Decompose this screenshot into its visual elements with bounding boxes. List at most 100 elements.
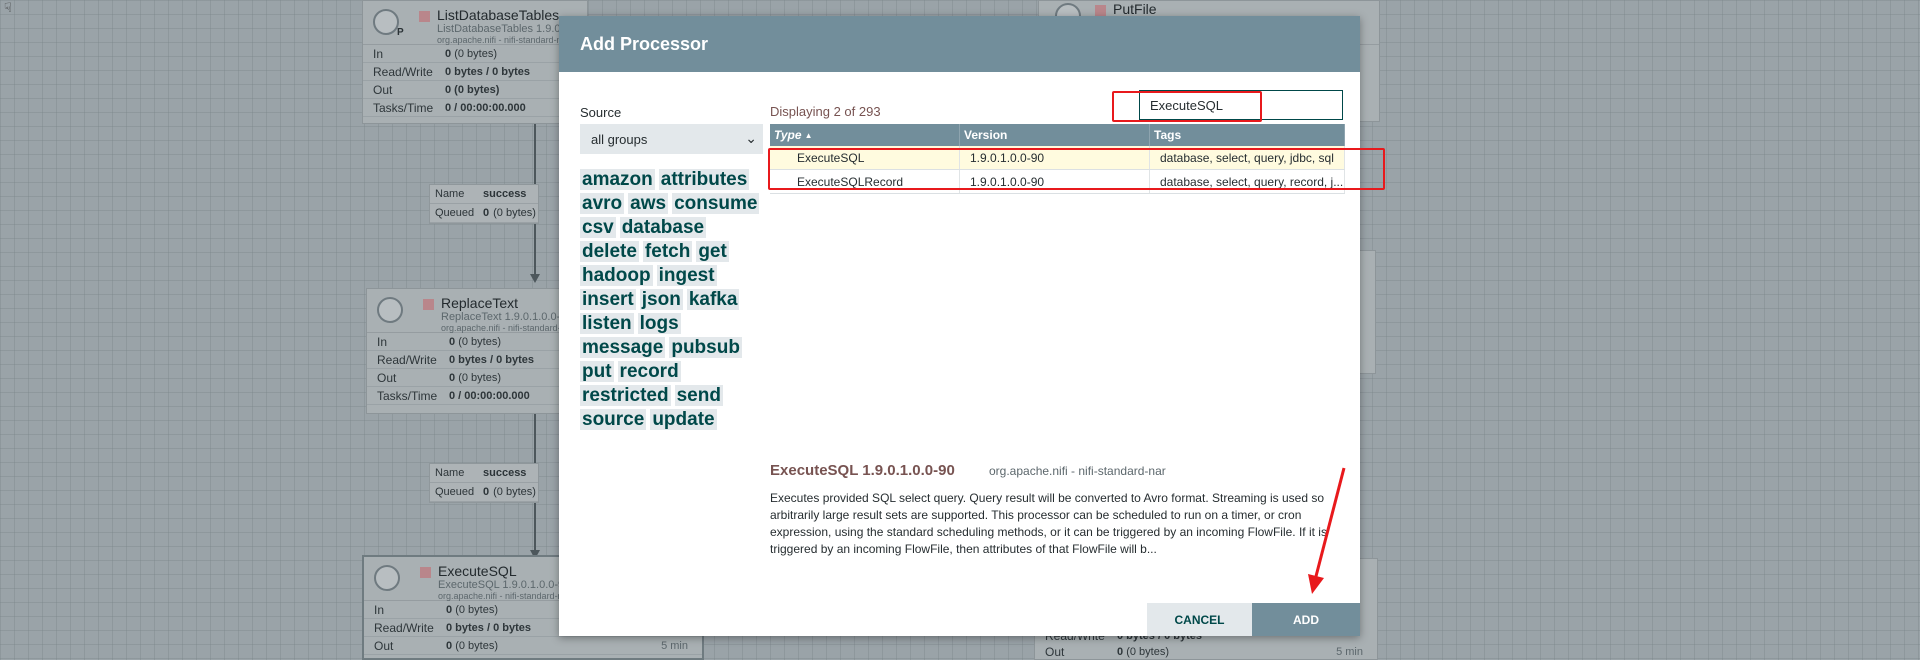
source-label: Source <box>580 105 622 120</box>
stopped-status-icon <box>1095 5 1106 16</box>
tag-filter[interactable]: put <box>580 361 614 382</box>
connection-queued-label: Queued <box>435 207 475 219</box>
stat-label: In <box>373 46 384 61</box>
stat-bytes: (0 bytes) <box>455 639 498 652</box>
column-version[interactable]: Version <box>960 124 1150 146</box>
processor-name: ListDatabaseTables <box>437 7 560 23</box>
connection-name-value: success <box>483 467 527 479</box>
tag-filter[interactable]: logs <box>637 313 681 334</box>
source-select[interactable]: all groups ⌄ <box>580 124 763 154</box>
tag-filter[interactable]: kafka <box>686 289 740 310</box>
tag-filter[interactable]: insert <box>580 289 636 310</box>
column-type-label: Type <box>774 128 802 142</box>
tag-filter[interactable]: send <box>674 385 723 406</box>
add-button[interactable]: ADD <box>1252 603 1360 636</box>
result-count: Displaying 2 of 293 <box>770 104 881 119</box>
tag-filter[interactable]: amazon <box>580 169 655 190</box>
column-tags[interactable]: Tags <box>1150 124 1345 146</box>
tag-filter[interactable]: consume <box>672 193 760 214</box>
stopped-status-icon <box>423 299 434 310</box>
tag-filter[interactable]: delete <box>580 241 639 262</box>
row-highlight-box <box>768 148 1385 190</box>
red-arrow-annotation <box>1308 467 1346 594</box>
processor-name: PutFile <box>1113 1 1157 17</box>
stat-label: Out <box>373 82 393 97</box>
tag-filter[interactable]: aws <box>628 193 669 214</box>
chevron-down-icon: ⌄ <box>745 130 757 146</box>
tag-filter[interactable]: fetch <box>642 241 693 262</box>
processor-bundle: org.apache.nifi - nifi-standard-nar <box>437 35 570 45</box>
stat-label: In <box>377 334 388 349</box>
processor-icon <box>377 297 403 323</box>
primary-node-badge: P <box>397 27 404 38</box>
stat-value: 0 <box>449 371 456 384</box>
processor-bundle: org.apache.nifi - nifi-standard-nar <box>438 591 571 601</box>
selected-processor-description: Executes provided SQL select query. Quer… <box>770 491 1327 556</box>
stat-label: Read/Write <box>374 620 434 635</box>
tag-filter[interactable]: update <box>650 409 717 430</box>
tag-filter[interactable]: source <box>580 409 647 430</box>
stopped-status-icon <box>419 11 430 22</box>
stat-bytes: (0 bytes) <box>454 47 497 60</box>
stat-time-window: 5 min <box>661 639 688 652</box>
processor-list-database-tables[interactable]: P ListDatabaseTables ListDatabaseTables … <box>362 0 604 124</box>
table-header: Type ▲ Version Tags <box>770 124 1345 146</box>
stat-bytes: (0 bytes) <box>458 335 501 348</box>
tag-filter[interactable]: json <box>639 289 683 310</box>
tag-filter[interactable]: database <box>619 217 707 238</box>
tag-cloud: amazon attributes avro aws consume csv databas… <box>580 169 765 433</box>
tag-filter[interactable]: restricted <box>580 385 671 406</box>
stat-label: Read/Write <box>373 64 433 79</box>
stat-bytes: (0 bytes) <box>455 603 498 616</box>
connection-label[interactable]: Name success Queued 0 (0 bytes) <box>429 184 539 224</box>
connection-name-value: success <box>483 188 527 200</box>
connection-queued-value: 0 <box>483 207 490 219</box>
stat-label: Read/Write <box>377 352 437 367</box>
connection-queued-value: 0 <box>483 486 490 498</box>
stat-bytes: (0 bytes) <box>458 371 501 384</box>
stat-value: 0 <box>1117 646 1124 658</box>
column-type[interactable]: Type ▲ <box>770 124 960 146</box>
stat-value: 0 bytes / 0 bytes <box>446 621 531 634</box>
stopped-status-icon <box>420 567 431 578</box>
stat-value: 0 bytes / 0 bytes <box>449 353 534 366</box>
stat-value: 0 <box>446 639 453 652</box>
tag-filter[interactable]: message <box>580 337 666 358</box>
connection-label[interactable]: Name success Queued 0 (0 bytes) <box>429 463 539 503</box>
stat-time-window: 5 min <box>1336 646 1363 658</box>
cancel-button[interactable]: CANCEL <box>1147 603 1252 636</box>
tag-filter[interactable]: csv <box>580 217 616 238</box>
tag-filter[interactable]: hadoop <box>580 265 653 286</box>
stat-label: Tasks/Time <box>373 100 434 115</box>
dialog-title: Add Processor <box>559 16 1360 72</box>
connection-queued-bytes: (0 bytes) <box>493 207 536 219</box>
stat-value: 0 / 00:00:00.000 <box>445 101 526 114</box>
stat-label: Out <box>374 638 394 653</box>
processor-name: ExecuteSQL <box>438 563 517 579</box>
stat-value: 0 <box>446 603 453 616</box>
connection-name-label: Name <box>435 467 465 479</box>
tag-filter[interactable]: record <box>617 361 681 382</box>
connection-name-label: Name <box>435 188 465 200</box>
stat-bytes: (0 bytes) <box>1126 646 1169 658</box>
navigate-icon[interactable]: ☟ <box>4 0 22 15</box>
stat-label: Out <box>377 370 397 385</box>
processor-name: ReplaceText <box>441 295 519 311</box>
stat-label: Tasks/Time <box>377 388 438 403</box>
stat-value: 0 (0 bytes) <box>445 83 500 96</box>
tag-filter[interactable]: pubsub <box>669 337 742 358</box>
connection-arrow <box>530 274 540 283</box>
tag-filter[interactable]: attributes <box>658 169 750 190</box>
tag-filter[interactable]: avro <box>580 193 625 214</box>
processor-type: ReplaceText 1.9.0.1.0.0-90 <box>441 311 573 323</box>
stat-value: 0 <box>445 47 452 60</box>
stat-label: Out <box>1045 645 1065 659</box>
processor-icon <box>373 9 399 35</box>
stat-value: 0 <box>449 335 456 348</box>
tag-filter[interactable]: listen <box>580 313 634 334</box>
connection-queued-label: Queued <box>435 486 475 498</box>
tag-filter[interactable]: get <box>696 241 729 262</box>
selected-processor-bundle: org.apache.nifi - nifi-standard-nar <box>989 464 1166 478</box>
tag-filter[interactable]: ingest <box>656 265 717 286</box>
sort-asc-icon: ▲ <box>804 130 813 140</box>
